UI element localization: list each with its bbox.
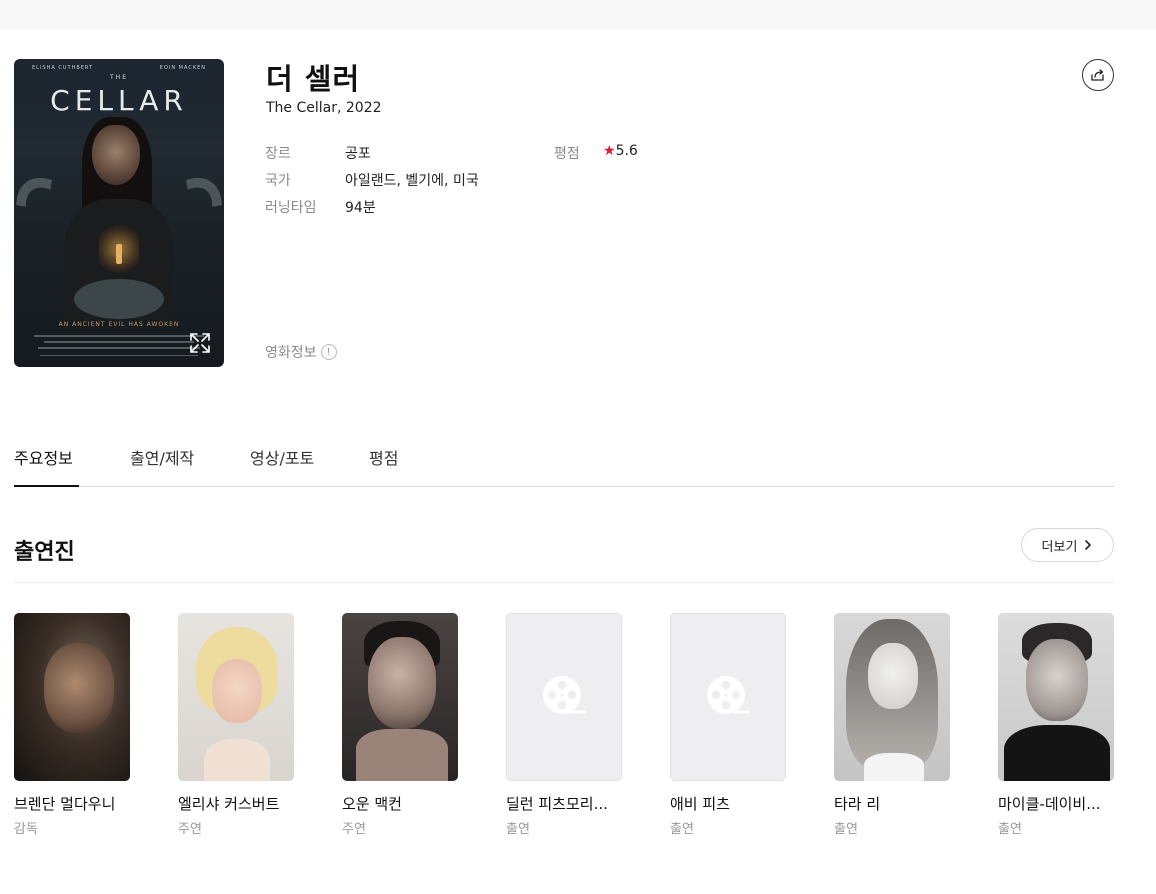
more-button-label: 더보기	[1041, 539, 1078, 555]
cast-role: 주연	[178, 822, 202, 837]
cast-role: 출연	[506, 822, 530, 837]
cast-photo	[178, 613, 294, 781]
rating-number: 5.6	[615, 143, 638, 159]
cast-photo-placeholder	[670, 613, 786, 781]
tab-bar: 주요정보 출연/제작 영상/포토 평점	[14, 445, 1114, 487]
cast-role: 감독	[14, 822, 38, 837]
movie-poster[interactable]: ELISHA CUTHBERT EOIN MACKEN THE CELLAR A…	[14, 59, 224, 367]
cast-photo	[342, 613, 458, 781]
poster-fineprint	[34, 335, 204, 337]
share-icon	[1091, 69, 1104, 81]
tab-video-photo[interactable]: 영상/포토	[250, 445, 314, 487]
poster-credits: ELISHA CUTHBERT EOIN MACKEN	[14, 65, 224, 71]
star-icon: ★	[603, 143, 616, 159]
section-divider	[14, 582, 1114, 583]
poster-the: THE	[110, 74, 128, 81]
runtime-value: 94분	[345, 200, 376, 216]
share-button[interactable]	[1082, 59, 1114, 91]
movie-info-link[interactable]: 영화정보 !	[265, 342, 337, 362]
poster-fineprint	[38, 347, 200, 349]
cast-card[interactable]: 브렌단 멀다우니 감독	[14, 613, 132, 837]
top-strip	[0, 0, 1156, 30]
runtime-label: 러닝타임	[265, 200, 317, 216]
rating-label: 평점	[554, 146, 580, 162]
cast-role: 주연	[342, 822, 366, 837]
rating-value: ★5.6	[603, 143, 638, 159]
movie-subtitle: The Cellar, 2022	[266, 100, 382, 116]
cast-name: 마이클-데이비...	[998, 795, 1101, 813]
info-icon: !	[320, 344, 337, 360]
country-value: 아일랜드, 벨기에, 미국	[345, 173, 479, 189]
tab-ratings[interactable]: 평점	[369, 445, 398, 487]
cast-photo	[998, 613, 1114, 781]
film-reel-icon	[707, 676, 750, 714]
cast-name: 딜런 피츠모리...	[506, 795, 608, 813]
cast-section-title: 출연진	[14, 540, 75, 565]
cast-name: 브렌단 멀다우니	[14, 795, 116, 813]
expand-icon[interactable]	[188, 331, 212, 355]
poster-candle	[116, 244, 122, 264]
more-button[interactable]: 더보기	[1021, 528, 1114, 562]
cast-card[interactable]: 엘리샤 커스버트 주연	[178, 613, 296, 837]
poster-title: CELLAR	[50, 84, 188, 117]
cast-name: 오운 맥컨	[342, 795, 402, 813]
poster-figure-face	[92, 125, 140, 185]
cast-card[interactable]: 오운 맥컨 주연	[342, 613, 460, 837]
cast-card[interactable]: 딜런 피츠모리... 출연	[506, 613, 624, 837]
tab-main-info[interactable]: 주요정보	[14, 445, 79, 487]
poster-credit-right: EOIN MACKEN	[159, 65, 206, 71]
film-reel-icon	[543, 676, 586, 714]
cast-name: 엘리샤 커스버트	[178, 795, 280, 813]
movie-title: 더 셀러	[266, 62, 361, 96]
cast-name: 애비 피츠	[670, 795, 730, 813]
poster-tagline: AN ANCIENT EVIL HAS AWOKEN	[58, 321, 180, 328]
cast-card[interactable]: 타라 리 출연	[834, 613, 952, 837]
cast-photo-placeholder	[506, 613, 622, 781]
movie-info-label: 영화정보	[265, 345, 317, 361]
genre-value: 공포	[345, 146, 371, 162]
chevron-right-icon	[1085, 540, 1092, 550]
cast-photo	[834, 613, 950, 781]
country-label: 국가	[265, 173, 291, 189]
cast-photo	[14, 613, 130, 781]
genre-label: 장르	[265, 146, 291, 162]
cast-card[interactable]: 마이클-데이비... 출연	[998, 613, 1116, 837]
cast-card[interactable]: 애비 피츠 출연	[670, 613, 788, 837]
poster-fineprint	[40, 355, 198, 356]
tab-cast-crew[interactable]: 출연/제작	[130, 445, 194, 487]
cast-role: 출연	[670, 822, 694, 837]
cast-role: 출연	[834, 822, 858, 837]
cast-role: 출연	[998, 822, 1022, 837]
poster-fineprint	[44, 341, 194, 343]
poster-credit-left: ELISHA CUTHBERT	[32, 65, 94, 71]
cast-name: 타라 리	[834, 795, 881, 813]
poster-goat	[74, 279, 164, 319]
